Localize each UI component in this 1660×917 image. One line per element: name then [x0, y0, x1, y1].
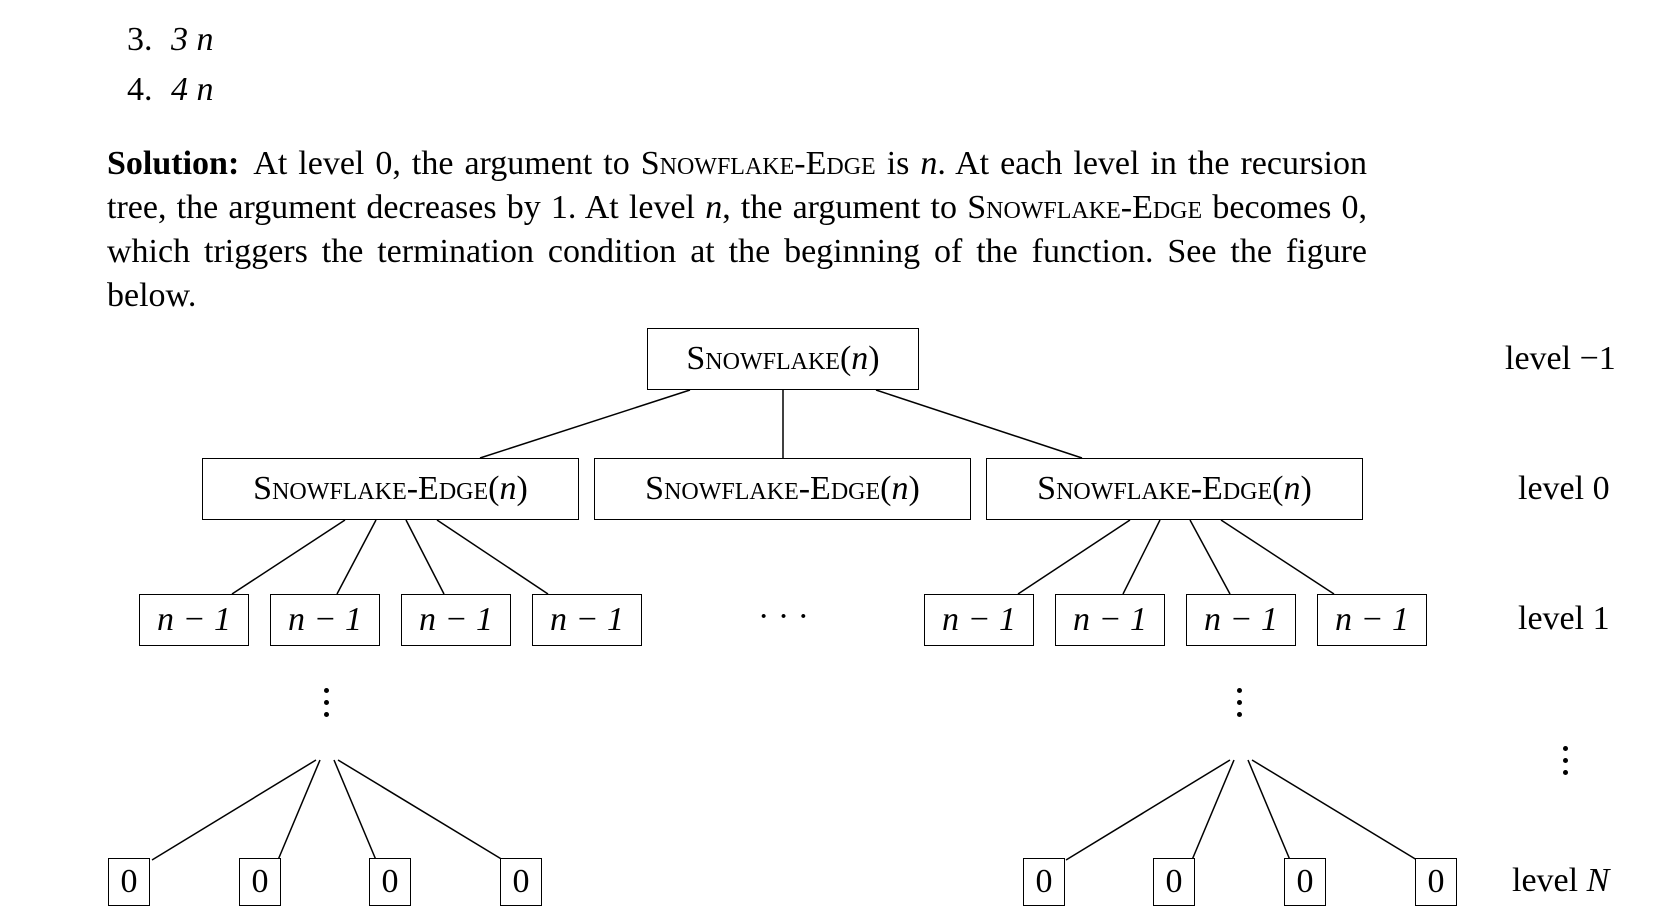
- node-function-name: Snowflake-Edge: [253, 470, 489, 507]
- tree-edge: [436, 519, 549, 595]
- node-arg: n: [1283, 470, 1301, 507]
- level-label-minus1: level −1: [1505, 340, 1616, 377]
- level1-node: n − 1: [401, 594, 511, 646]
- level1-node: n − 1: [139, 594, 249, 646]
- node-arg: n: [499, 470, 517, 507]
- vertical-ellipsis: [1237, 688, 1243, 724]
- leaf-node: 0: [108, 858, 150, 906]
- tree-root-node: Snowflake(n): [647, 328, 919, 390]
- tree-edge: [1065, 759, 1231, 861]
- edge-node: Snowflake-Edge(n): [986, 458, 1363, 520]
- node-function-name: Snowflake-Edge: [645, 470, 881, 507]
- tree-edge: [1122, 519, 1161, 595]
- leaf-node: 0: [500, 858, 542, 906]
- tree-edge: [231, 519, 346, 595]
- tree-edge: [277, 759, 321, 861]
- leaf-node: 0: [369, 858, 411, 906]
- level-label-n: level N: [1512, 862, 1609, 900]
- level1-node: n − 1: [270, 594, 380, 646]
- node-function-name: Snowflake-Edge: [1037, 470, 1273, 507]
- level1-node: n − 1: [532, 594, 642, 646]
- tree-edge: [1220, 519, 1335, 595]
- tree-edge: [151, 759, 317, 861]
- tree-edge: [1247, 759, 1291, 861]
- tree-edge: [1189, 519, 1231, 595]
- level-label-0: level 0: [1518, 470, 1610, 507]
- vertical-ellipsis: [324, 688, 330, 724]
- leaf-node: 0: [1415, 858, 1457, 906]
- tree-edge: [405, 519, 445, 595]
- leaf-node: 0: [1284, 858, 1326, 906]
- level1-node: n − 1: [924, 594, 1034, 646]
- edge-node: Snowflake-Edge(n): [594, 458, 971, 520]
- node-arg: n: [851, 340, 869, 377]
- level-label-text: level: [1512, 862, 1587, 899]
- tree-edge: [1017, 519, 1131, 595]
- level1-node: n − 1: [1055, 594, 1165, 646]
- node-function-name: Snowflake: [686, 340, 840, 377]
- vertical-ellipsis: [1563, 746, 1569, 782]
- leaf-node: 0: [1153, 858, 1195, 906]
- level1-node: n − 1: [1317, 594, 1427, 646]
- tree-edge: [333, 759, 377, 861]
- tree-edge: [479, 389, 691, 459]
- leaf-node: 0: [239, 858, 281, 906]
- tree-edge: [1191, 759, 1235, 861]
- leaf-node: 0: [1023, 858, 1065, 906]
- tree-edge: [337, 759, 504, 861]
- tree-edge: [875, 389, 1083, 459]
- level-label-var: N: [1586, 862, 1610, 899]
- node-arg: n: [891, 470, 909, 507]
- level-label-1: level 1: [1518, 600, 1610, 637]
- horizontal-ellipsis: · · ·: [758, 598, 809, 635]
- tree-edge: [336, 519, 377, 595]
- edge-node: Snowflake-Edge(n): [202, 458, 579, 520]
- level1-node: n − 1: [1186, 594, 1296, 646]
- tree-edge: [1251, 759, 1418, 861]
